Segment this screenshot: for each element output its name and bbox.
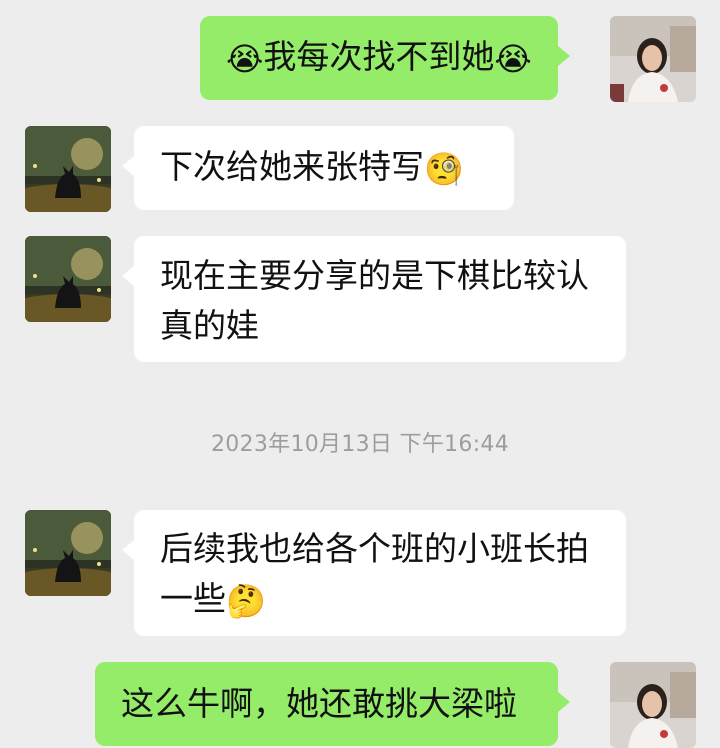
cat-silhouette-avatar-icon xyxy=(25,236,111,322)
message-text: 现在主要分享的是下棋比较认真的娃 xyxy=(160,256,589,345)
chat-timestamp: 2023年10月13日 下午16:44 xyxy=(210,432,510,457)
avatar-incoming[interactable] xyxy=(25,510,111,596)
cat-silhouette-avatar-icon xyxy=(25,126,111,212)
thinking-face-emoji: 🤔 xyxy=(226,582,266,620)
message-bubble-incoming[interactable]: 现在主要分享的是下棋比较认真的娃 xyxy=(122,236,626,362)
message-text: 这么牛啊，她还敢挑大梁啦 xyxy=(121,684,517,723)
avatar-outgoing[interactable] xyxy=(610,662,696,748)
message-text: 下次给她来张特写 xyxy=(160,147,424,186)
crying-face-emoji: 😭 xyxy=(226,40,264,78)
avatar-incoming[interactable] xyxy=(25,236,111,322)
face-with-monocle-emoji: 🧐 xyxy=(424,150,464,188)
woman-portrait-avatar-icon xyxy=(610,662,696,748)
message-bubble-incoming[interactable]: 下次给她来张特写🧐 xyxy=(122,126,514,210)
message-bubble-outgoing[interactable]: 这么牛啊，她还敢挑大梁啦 xyxy=(95,662,570,746)
message-bubble-incoming[interactable]: 后续我也给各个班的小班长拍一些🤔 xyxy=(122,510,626,636)
message-bubble-outgoing[interactable]: 😭我每次找不到她😭 xyxy=(200,16,570,100)
avatar-outgoing[interactable] xyxy=(610,16,696,102)
avatar-incoming[interactable] xyxy=(25,126,111,212)
message-text: 后续我也给各个班的小班长拍一些 xyxy=(160,529,589,618)
woman-portrait-avatar-icon xyxy=(610,16,696,102)
crying-face-emoji: 😭 xyxy=(494,40,532,78)
cat-silhouette-avatar-icon xyxy=(25,510,111,596)
message-text: 我每次找不到她 xyxy=(263,37,495,76)
